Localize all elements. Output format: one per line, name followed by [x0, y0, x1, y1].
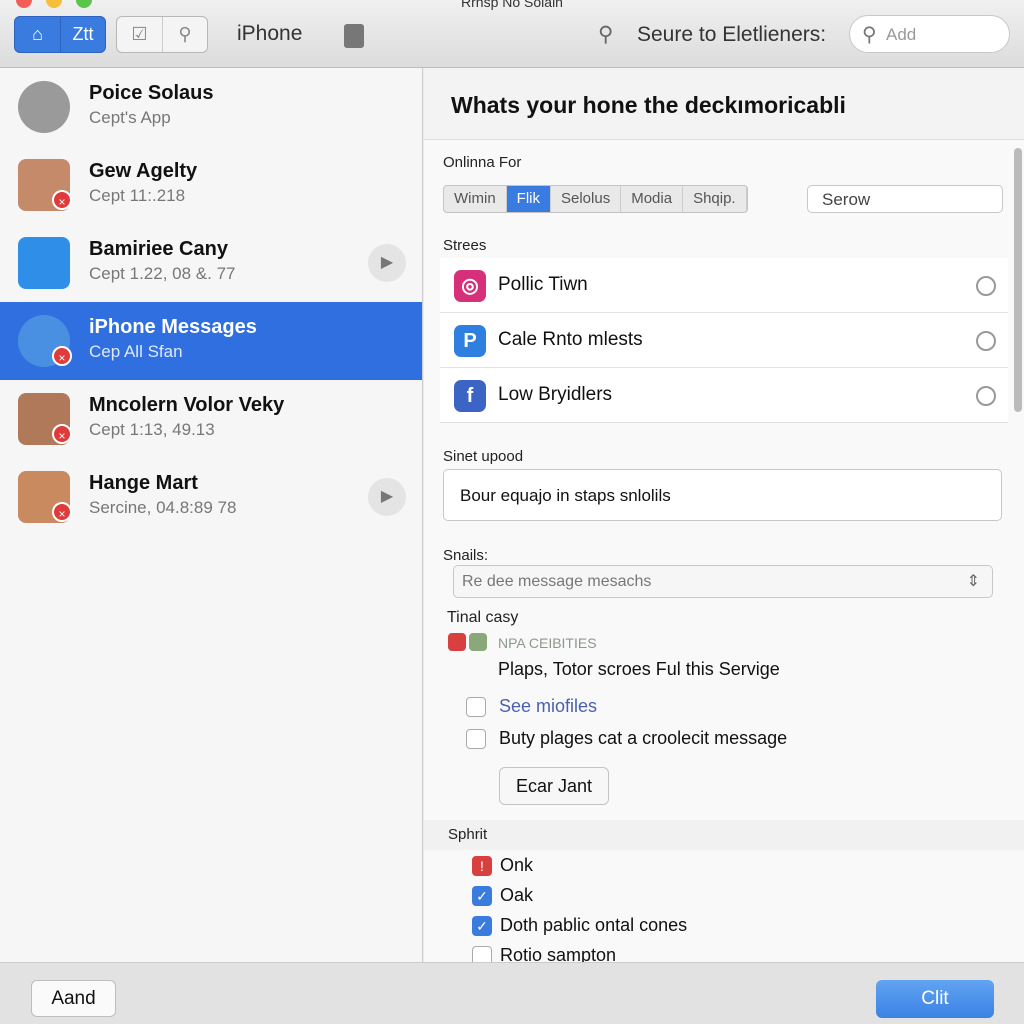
add-search-field[interactable]: ⚲ Add: [849, 15, 1010, 53]
snails-placeholder: Re dee message mesachs: [462, 573, 652, 590]
green-app-icon: [469, 633, 487, 651]
snails-label: Snails:: [443, 547, 489, 564]
npa-label: NPA CEIBITIES: [498, 635, 597, 651]
streams-label: Strees: [443, 237, 487, 254]
checkbox-label[interactable]: Buty plages cat a croolecit message: [499, 728, 787, 749]
conversation-subtitle: Sercine, 04.8:89 78: [89, 498, 237, 517]
search-icon[interactable]: ⚲: [598, 22, 613, 47]
page-title: Whats your hone the deckımoricabli: [451, 92, 846, 118]
conversation-subtitle: Cep All Sfan: [89, 342, 183, 361]
stream-label: Pollic Tiwn: [498, 274, 588, 295]
option-checkbox[interactable]: !: [472, 856, 492, 876]
conversation-subtitle: Cept 1:13, 49.13: [89, 420, 215, 439]
toolbar: Rrnsp No Solain ⌂ Ztt ☑ ⚲ iPhone ⚲ Seure…: [0, 0, 1024, 68]
home-icon[interactable]: ⌂: [15, 17, 60, 52]
stream-row[interactable]: f Low Bryidlers: [440, 368, 1008, 423]
tab-flik[interactable]: Flik: [506, 186, 551, 212]
tab-wimin[interactable]: Wimin: [444, 186, 507, 212]
nav-segment: ⌂ Ztt: [14, 16, 106, 53]
option-checkbox[interactable]: ✓: [472, 916, 492, 936]
radio-circle-icon[interactable]: [976, 386, 996, 406]
conversation-item[interactable]: Bamiriee Cany Cept 1.22, 08 &. 77 ▶: [0, 224, 422, 302]
conversation-name: iPhone Messages: [89, 316, 257, 338]
conversation-name: Bamiriee Cany: [89, 238, 228, 260]
clit-button[interactable]: Clit: [876, 980, 994, 1018]
conversation-item[interactable]: × Hange Mart Sercine, 04.8:89 78 ▶: [0, 458, 422, 536]
conversation-item[interactable]: × Gew Agelty Cept 11:.218: [0, 146, 422, 224]
option-label: Onk: [500, 855, 534, 875]
sinet-label: Sinet upood: [443, 448, 524, 465]
conversation-subtitle: Cept 11:.218: [89, 186, 186, 205]
footer: Aand Clit: [0, 962, 1024, 1024]
p-app-icon: P: [454, 325, 486, 357]
device-icon[interactable]: [344, 24, 364, 48]
radio-circle-icon[interactable]: [976, 276, 996, 296]
conversation-subtitle: Cept's App: [89, 108, 171, 127]
error-badge-icon: ×: [52, 424, 72, 444]
snails-select[interactable]: Re dee message mesachs ⇕: [453, 565, 993, 598]
tinal-label: Tinal casy: [447, 609, 519, 626]
option-label: Oak: [500, 885, 534, 905]
ztt-button[interactable]: Ztt: [60, 17, 105, 52]
sphrit-section-header: Sphrit: [424, 820, 1024, 850]
play-icon[interactable]: ▶: [368, 244, 406, 282]
play-icon[interactable]: ▶: [368, 478, 406, 516]
sinet-input[interactable]: Bour equajo in staps snlolils: [443, 469, 1002, 521]
conversation-item[interactable]: × Mncolern Volor Veky Cept 1:13, 49.13: [0, 380, 422, 458]
aand-button[interactable]: Aand: [31, 980, 116, 1017]
search-field[interactable]: Serow: [807, 185, 1003, 213]
ecar-button[interactable]: Ecar Jant: [499, 767, 609, 805]
detail-pane: Whats your hone the deckımoricabli Onlin…: [424, 68, 1024, 966]
checkbox-label[interactable]: See miofiles: [499, 696, 597, 717]
tab-modia[interactable]: Modia: [621, 186, 684, 212]
search-icon: ⚲: [862, 24, 877, 46]
conversation-item[interactable]: Poice Solaus Cept's App: [0, 68, 422, 146]
search-tool-icon[interactable]: ⚲: [162, 17, 207, 52]
conversation-list: Poice Solaus Cept's App × Gew Agelty Cept 11…: [0, 68, 423, 962]
instagram-icon: ◎: [454, 270, 486, 302]
sphrit-label: Sphrit: [448, 826, 488, 843]
conversation-name: Mncolern Volor Veky: [89, 394, 285, 416]
online-label: Onlinna For: [443, 154, 522, 171]
checkbox[interactable]: [466, 697, 486, 717]
error-badge-icon: ×: [52, 346, 72, 366]
stream-label: Cale Rnto mlests: [498, 329, 643, 350]
scrollbar[interactable]: [1014, 148, 1022, 412]
window-title: Rrnsp No Solain: [461, 0, 563, 10]
inbox-icon[interactable]: ☑: [117, 17, 162, 52]
filter-tabs: Wimin Flik Selolus Modia Shqip.: [443, 185, 748, 213]
error-badge-icon: ×: [52, 190, 72, 210]
updown-chevron-icon: ⇕: [966, 573, 980, 590]
red-app-icon: [448, 633, 466, 651]
option-checkbox[interactable]: ✓: [472, 886, 492, 906]
conversation-subtitle: Cept 1.22, 08 &. 77: [89, 264, 236, 283]
conversation-item[interactable]: × iPhone Messages Cep All Sfan: [0, 302, 422, 380]
avatar: [18, 81, 70, 133]
device-label: iPhone: [237, 22, 303, 45]
tool-segment: ☑ ⚲: [116, 16, 208, 53]
facebook-icon: f: [454, 380, 486, 412]
error-badge-icon: ×: [52, 502, 72, 522]
stream-label: Low Bryidlers: [498, 384, 613, 405]
conversation-name: Hange Mart: [89, 472, 198, 494]
tab-shqip[interactable]: Shqip.: [683, 186, 747, 212]
stream-row[interactable]: ◎ Pollic Tiwn: [440, 258, 1008, 313]
stream-row[interactable]: P Cale Rnto mlests: [440, 313, 1008, 368]
tab-selolus[interactable]: Selolus: [551, 186, 622, 212]
conversation-name: Poice Solaus: [89, 82, 214, 104]
conversation-name: Gew Agelty: [89, 160, 198, 182]
radio-circle-icon[interactable]: [976, 331, 996, 351]
option-label: Doth pablic ontal cones: [500, 915, 688, 935]
search-label: Seure to Eletlieners:: [637, 23, 827, 46]
avatar: [18, 237, 70, 289]
header: Whats your hone the deckımoricabli: [424, 68, 1024, 140]
add-placeholder: Add: [886, 25, 917, 44]
plaps-text: Plaps, Totor scroes Ful this Servige: [498, 659, 780, 679]
checkbox[interactable]: [466, 729, 486, 749]
